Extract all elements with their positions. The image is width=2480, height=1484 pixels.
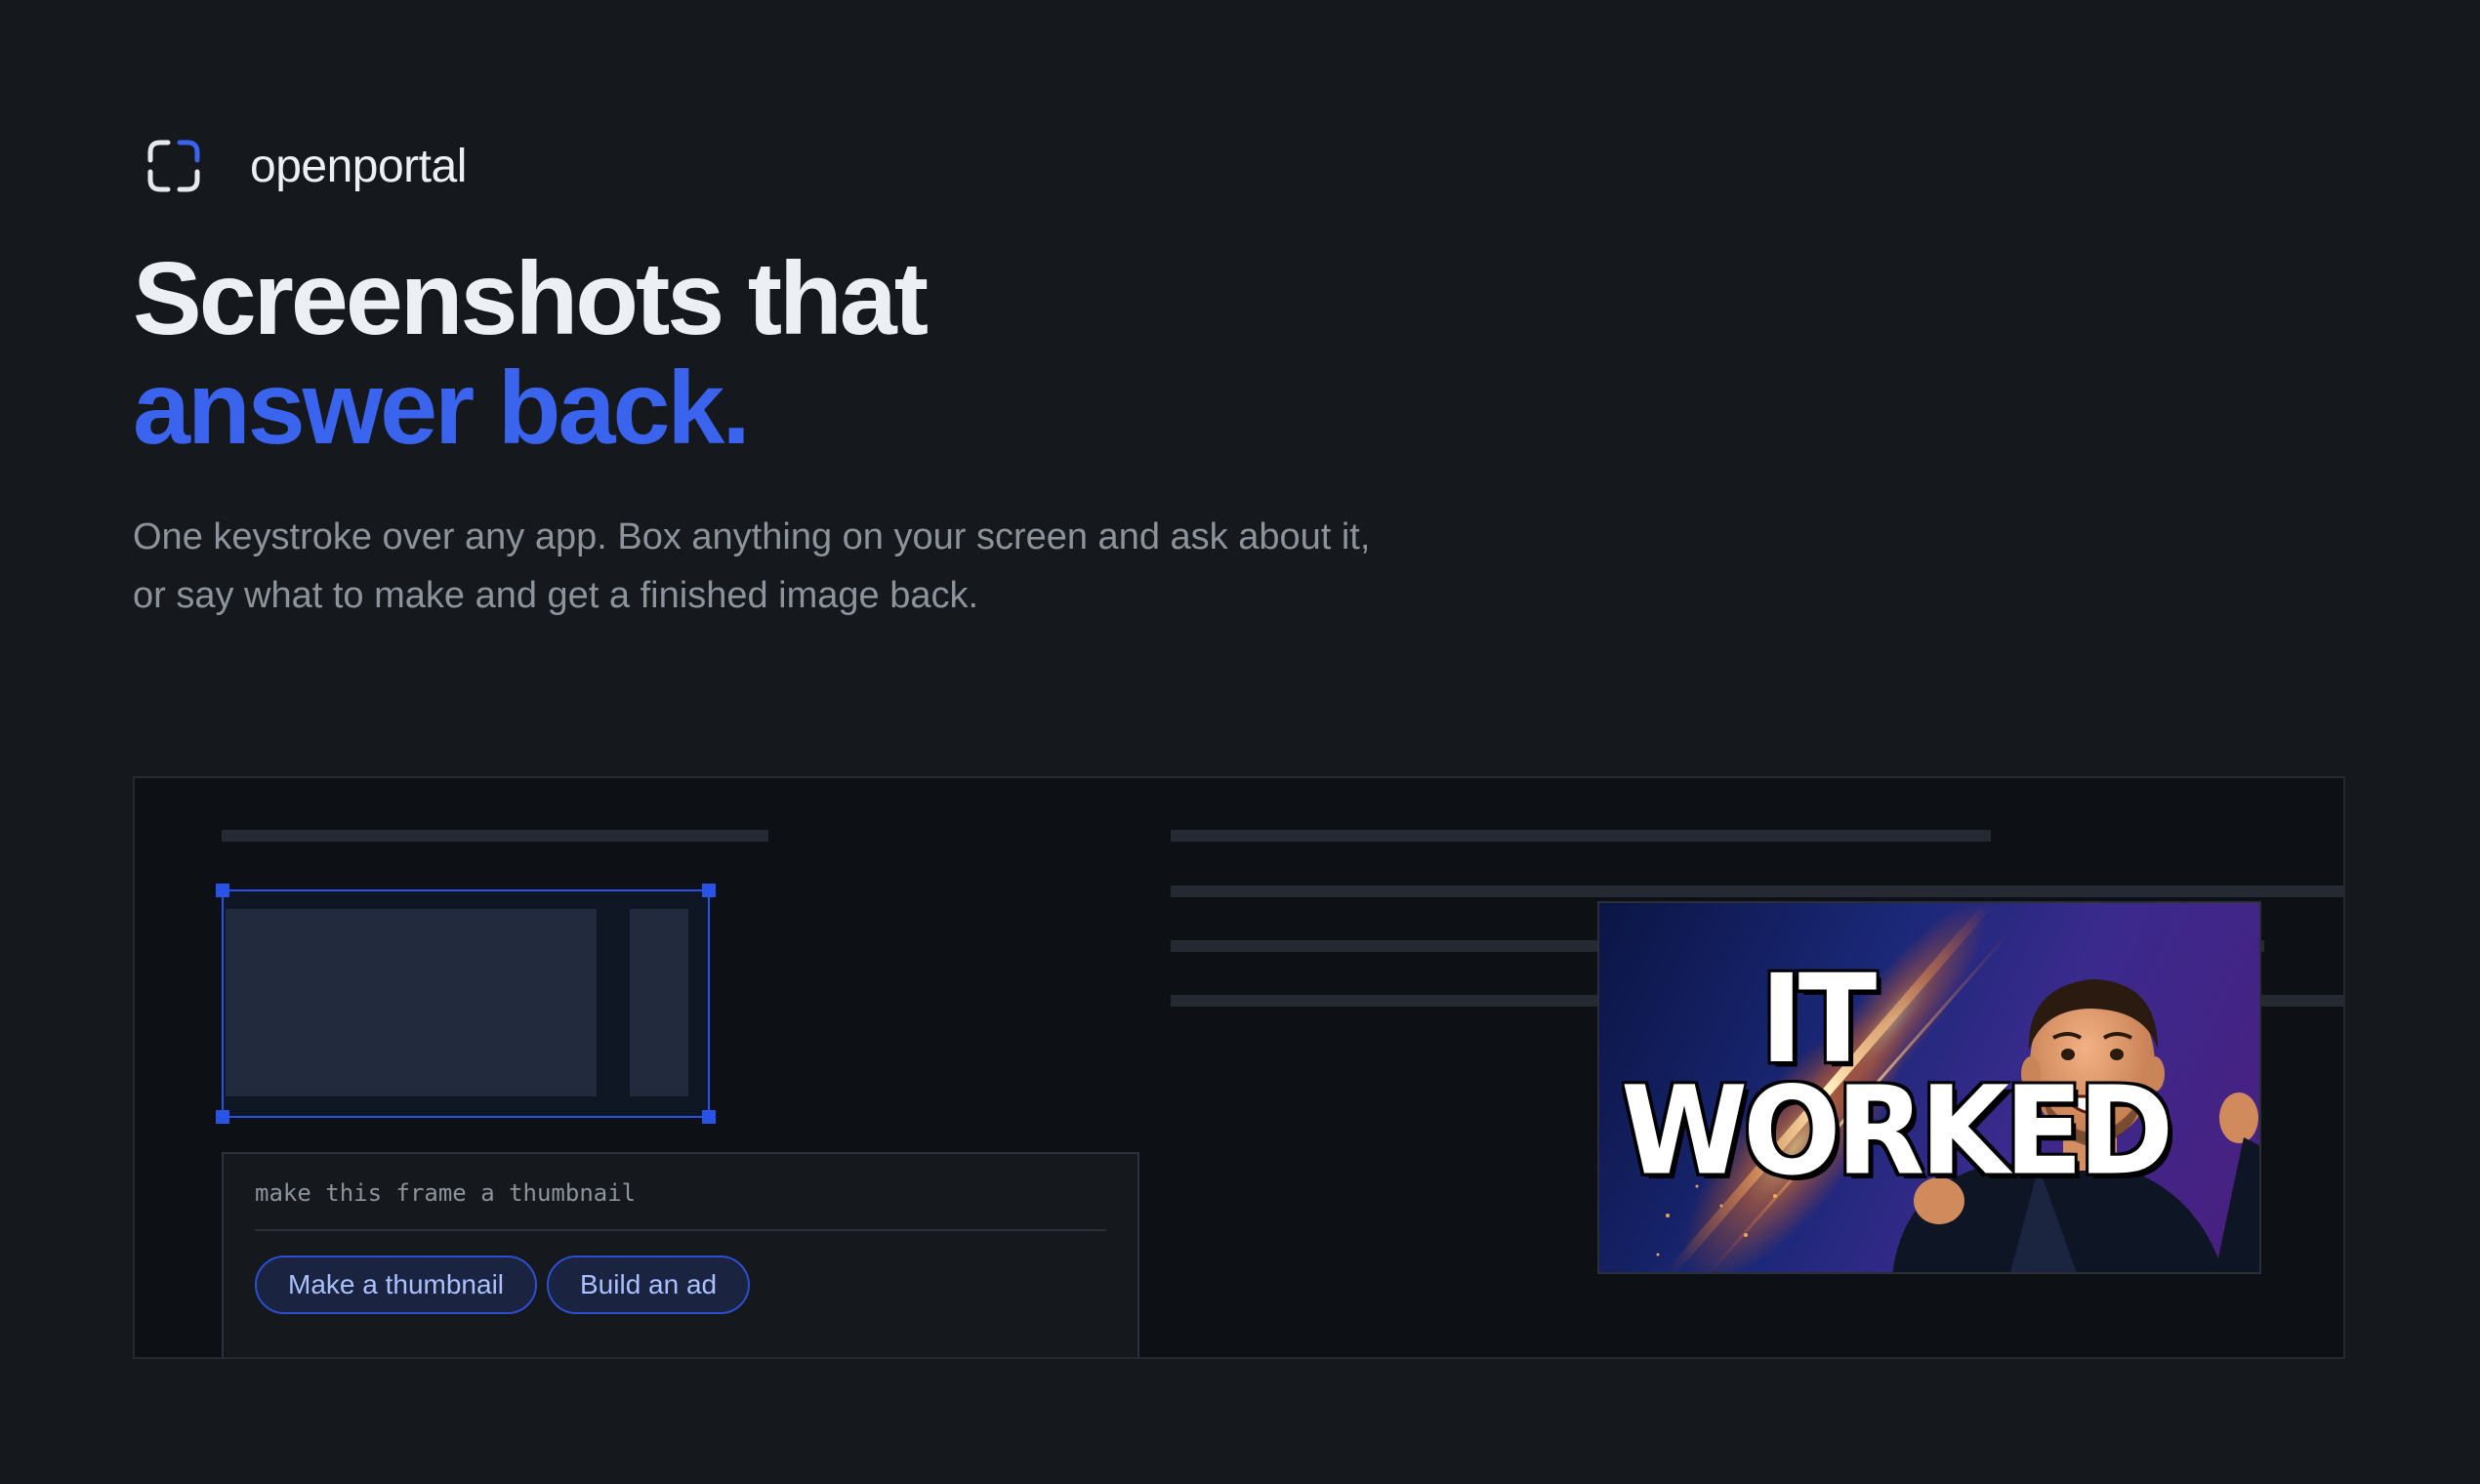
- selection-handle-bottom-right[interactable]: [702, 1110, 716, 1124]
- selection-handle-top-right[interactable]: [702, 884, 716, 897]
- skeleton-line: [1171, 830, 1991, 842]
- skeleton-line: [222, 830, 768, 842]
- selected-content-block: [630, 909, 688, 1096]
- divider: [255, 1229, 1106, 1231]
- hero-title: Screenshots that answer back.: [133, 241, 929, 466]
- selected-content-block: [226, 909, 597, 1096]
- make-thumbnail-button[interactable]: Make a thumbnail: [255, 1256, 538, 1314]
- brand[interactable]: openportal: [143, 131, 467, 201]
- brand-name: openportal: [250, 140, 467, 192]
- generated-thumbnail: IT WORKED: [1597, 901, 2261, 1274]
- selection-box[interactable]: [216, 884, 716, 1124]
- demo-panel: make this frame a thumbnail Make a thumb…: [133, 776, 2345, 1359]
- hero-title-line1: Screenshots that: [133, 241, 929, 356]
- build-ad-button[interactable]: Build an ad: [547, 1256, 751, 1314]
- capture-frame-icon: [147, 140, 200, 192]
- hero-subtitle-line1: One keystroke over any app. Box anything…: [133, 516, 1371, 557]
- prompt-input[interactable]: make this frame a thumbnail: [255, 1179, 636, 1207]
- thumbnail-headline-line2: WORKED: [1621, 1059, 2173, 1203]
- hero-subtitle: One keystroke over any app. Box anything…: [133, 508, 1597, 625]
- hero-subtitle-line2: or say what to make and get a finished i…: [133, 575, 979, 616]
- prompt-box: make this frame a thumbnail Make a thumb…: [222, 1152, 1139, 1357]
- hero-title-line2: answer back.: [133, 350, 751, 466]
- thumbnail-headline: IT WORKED: [1621, 958, 2173, 1192]
- selection-handle-bottom-left[interactable]: [216, 1110, 229, 1124]
- selection-handle-top-left[interactable]: [216, 884, 229, 897]
- skeleton-line: [1171, 886, 2343, 897]
